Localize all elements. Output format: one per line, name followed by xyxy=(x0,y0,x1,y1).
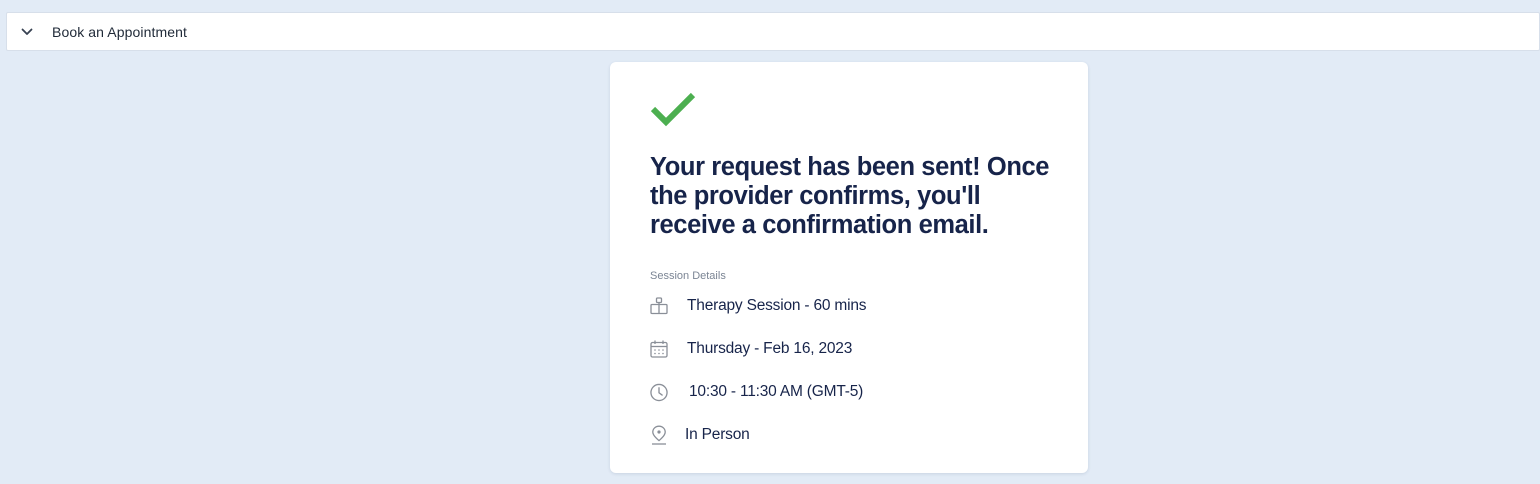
confirmation-card: Your request has been sent! Once the pro… xyxy=(610,62,1088,473)
chevron-down-icon[interactable] xyxy=(20,25,34,39)
time-detail: 10:30 - 11:30 AM (GMT-5) xyxy=(650,381,863,403)
confirmation-message: Your request has been sent! Once the pro… xyxy=(650,153,1050,239)
location-pin-icon xyxy=(650,425,668,445)
service-text: Therapy Session - 60 mins xyxy=(687,297,867,314)
service-icon xyxy=(650,296,668,316)
date-text: Thursday - Feb 16, 2023 xyxy=(687,340,853,357)
location-detail: In Person xyxy=(650,424,750,446)
header-title: Book an Appointment xyxy=(52,23,187,40)
date-detail: Thursday - Feb 16, 2023 xyxy=(650,338,852,360)
location-text: In Person xyxy=(685,426,750,443)
session-details-label: Session Details xyxy=(650,270,726,282)
service-detail: Therapy Session - 60 mins xyxy=(650,295,867,317)
clock-icon xyxy=(650,382,668,402)
book-appointment-header[interactable]: Book an Appointment xyxy=(6,12,1540,51)
calendar-icon xyxy=(650,339,668,359)
time-text: 10:30 - 11:30 AM (GMT-5) xyxy=(689,383,864,400)
checkmark-icon xyxy=(650,91,696,127)
